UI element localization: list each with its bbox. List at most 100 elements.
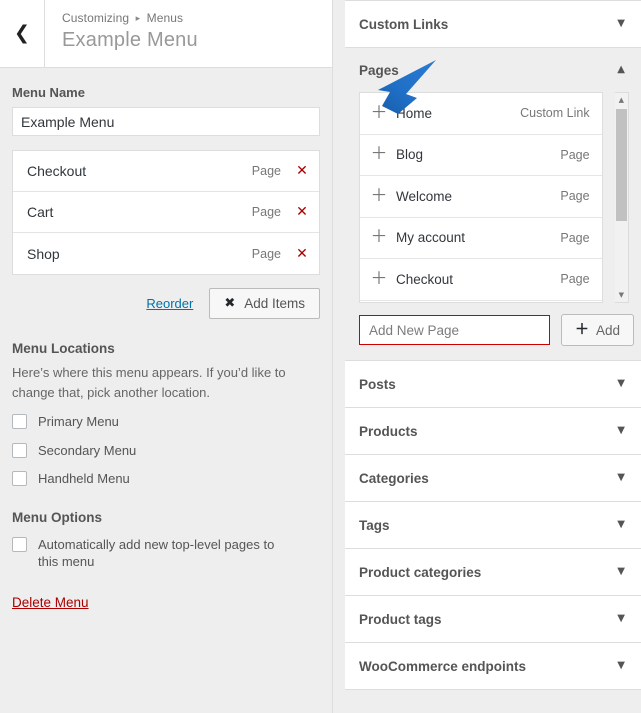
chevron-down-icon: ▼ [617, 18, 625, 29]
menu-location-row[interactable]: Handheld Menu [12, 459, 320, 488]
auto-add-pages-row[interactable]: Automatically add new top-level pages to… [12, 525, 320, 571]
delete-menu-item-icon[interactable]: ✕ [295, 205, 309, 219]
accordion-header[interactable]: Posts ▼ [345, 361, 641, 407]
header-text-block: Customizing ▸ Menus Example Menu [45, 0, 332, 67]
breadcrumb-separator-icon: ▸ [135, 13, 141, 23]
close-icon: ✖ [224, 296, 236, 311]
accordion-label: Posts [359, 376, 396, 392]
breadcrumb-root[interactable]: Customizing [62, 11, 129, 25]
plus-icon: ＋ [370, 102, 388, 123]
pages-scrollbar[interactable]: ▲ ▼ [614, 92, 629, 303]
pages-content: ＋ Home Custom Link ＋ Blog Page ＋ Welcome Page ＋ My… [345, 92, 641, 360]
available-page-row[interactable]: ＋ Blog Page [360, 134, 602, 176]
scroll-down-arrow-icon[interactable]: ▼ [615, 288, 628, 302]
add-items-label: Add Items [244, 296, 305, 311]
delete-menu-item-icon[interactable]: ✕ [295, 247, 309, 261]
add-new-page-input[interactable] [359, 315, 550, 345]
accordion-section: Categories ▼ [345, 455, 641, 502]
menu-location-checkbox[interactable] [12, 414, 27, 429]
menu-locations-description: Here’s where this menu appears. If you’d… [12, 365, 286, 400]
menu-location-row[interactable]: Primary Menu [12, 402, 320, 431]
available-page-row[interactable]: ＋ Checkout Page [360, 259, 602, 301]
chevron-down-icon: ▼ [617, 613, 625, 624]
accordion-label: Product categories [359, 564, 482, 580]
delete-menu-item-icon[interactable]: ✕ [295, 164, 309, 178]
accordion-section: Tags ▼ [345, 502, 641, 549]
accordion-header[interactable]: WooCommerce endpoints ▼ [345, 643, 641, 689]
add-page-button[interactable]: ＋ Add [561, 314, 635, 346]
accordion-section: Products ▼ [345, 408, 641, 455]
accordion-header[interactable]: Product categories ▼ [345, 549, 641, 595]
chevron-up-icon: ▲ [617, 64, 625, 75]
scrollbar-thumb[interactable] [615, 109, 627, 221]
breadcrumb-current: Menus [146, 11, 184, 25]
accordion-header[interactable]: Categories ▼ [345, 455, 641, 501]
auto-add-pages-checkbox[interactable] [12, 536, 27, 552]
plus-icon: ＋ [370, 227, 388, 248]
add-items-button[interactable]: ✖ Add Items [209, 288, 320, 319]
accordion-sections: Posts ▼ Products ▼ Categories ▼ Tags ▼ Product c… [345, 361, 641, 690]
chevron-down-icon: ▼ [617, 519, 625, 530]
menu-item-type: Page [251, 205, 281, 219]
plus-icon: ＋ [575, 322, 589, 338]
plus-icon: ＋ [370, 144, 388, 165]
back-button[interactable]: ❮ [0, 0, 45, 67]
menu-location-label: Primary Menu [38, 414, 119, 429]
menu-item-row[interactable]: Checkout Page ✕ [13, 151, 319, 192]
available-page-row[interactable]: ＋ My account Page [360, 217, 602, 259]
accordion-section-custom-links: Custom Links ▼ [345, 0, 641, 48]
available-page-type: Page [560, 147, 590, 162]
accordion-section: Posts ▼ [345, 361, 641, 408]
add-new-page-row: ＋ Add [359, 303, 635, 346]
accordion-header[interactable]: Products ▼ [345, 408, 641, 454]
panel-header: ❮ Customizing ▸ Menus Example Menu [0, 0, 332, 68]
menu-item-row[interactable]: Cart Page ✕ [13, 192, 319, 233]
accordion-label: Product tags [359, 611, 442, 627]
available-pages-list: ＋ Home Custom Link ＋ Blog Page ＋ Welcome Page ＋ My… [359, 92, 603, 303]
available-page-name: Blog [396, 147, 424, 163]
accordion-section: WooCommerce endpoints ▼ [345, 643, 641, 690]
menu-name-input[interactable] [12, 107, 320, 136]
accordion-label: WooCommerce endpoints [359, 658, 527, 674]
available-page-row[interactable]: ＋ Welcome Page [360, 176, 602, 218]
accordion-header[interactable]: Tags ▼ [345, 502, 641, 548]
menu-item-title: Checkout [27, 163, 87, 179]
menu-item-row[interactable]: Shop Page ✕ [13, 233, 319, 274]
menu-location-checkbox[interactable] [12, 442, 27, 458]
chevron-down-icon: ▼ [617, 566, 625, 577]
available-page-name: Checkout [396, 271, 454, 287]
menu-item-type: Page [251, 164, 281, 178]
available-page-name: Welcome [396, 188, 453, 204]
accordion-header-custom-links[interactable]: Custom Links ▼ [345, 1, 641, 47]
menu-item-list: Checkout Page ✕ Cart Page ✕ Shop Page ✕ [12, 150, 320, 275]
accordion-header[interactable]: Product tags ▼ [345, 596, 641, 642]
menu-name-label: Menu Name [12, 85, 85, 100]
menu-location-label: Handheld Menu [38, 471, 130, 487]
available-page-type: Page [560, 230, 590, 245]
accordion-label: Products [359, 423, 418, 439]
delete-menu-link[interactable]: Delete Menu [12, 595, 89, 610]
menu-options-title: Menu Options [12, 509, 102, 525]
available-page-type: Custom Link [520, 106, 590, 121]
plus-icon: ＋ [370, 185, 388, 206]
available-page-type: Page [560, 272, 590, 287]
available-page-row[interactable]: ＋ Home Custom Link [360, 93, 602, 135]
menu-location-label: Secondary Menu [38, 442, 137, 458]
accordion-section: Product categories ▼ [345, 549, 641, 596]
auto-add-pages-label: Automatically add new top-level pages to… [38, 536, 275, 570]
available-page-type: Page [560, 189, 590, 204]
accordion-header-pages[interactable]: Pages ▲ [345, 48, 641, 92]
accordion-label: Tags [359, 517, 390, 533]
pages-list-wrap: ＋ Home Custom Link ＋ Blog Page ＋ Welcome Page ＋ My… [359, 92, 629, 303]
menu-location-checkbox[interactable] [12, 471, 27, 487]
menu-location-row[interactable]: Secondary Menu [12, 431, 320, 460]
add-menu-items-panel: Custom Links ▼ Pages ▲ ＋ Home Custom Link ＋… [345, 0, 641, 713]
available-page-name: Home [396, 105, 433, 121]
reorder-link[interactable]: Reorder [146, 296, 193, 311]
breadcrumb: Customizing ▸ Menus [62, 11, 332, 25]
accordion-label-custom-links: Custom Links [359, 16, 449, 32]
scroll-up-arrow-icon[interactable]: ▲ [615, 93, 628, 107]
accordion-label: Categories [359, 470, 429, 486]
chevron-down-icon: ▼ [617, 660, 625, 671]
menu-item-type: Page [251, 246, 281, 261]
